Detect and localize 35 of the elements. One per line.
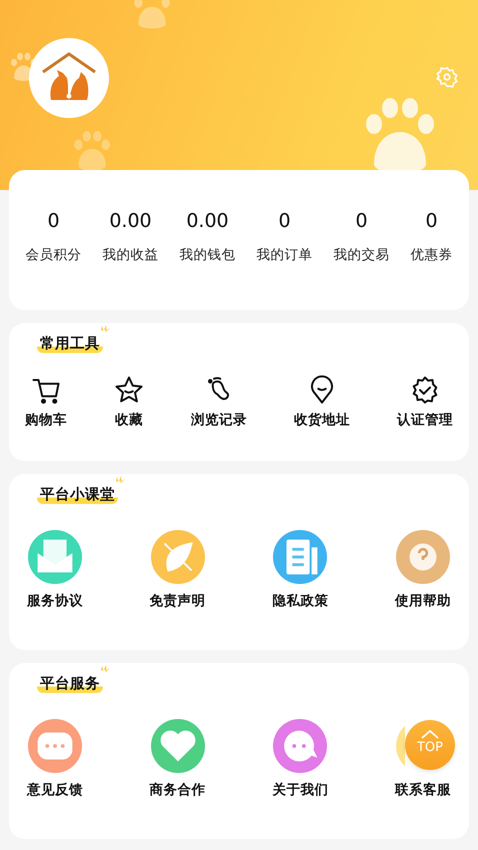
chat-icon[interactable] (273, 719, 328, 773)
item-label[interactable]: 购物车 (25, 411, 67, 429)
stat-value[interactable]: 0 (425, 210, 438, 232)
stat-value[interactable]: 0 (47, 210, 60, 232)
star-icon[interactable] (114, 375, 144, 405)
stat-value[interactable]: 0.00 (109, 210, 152, 232)
stat-value[interactable]: 0 (278, 210, 291, 232)
item-label[interactable]: 收货地址 (294, 411, 350, 429)
item-label[interactable]: 免责声明 (150, 592, 206, 610)
stat-value[interactable]: 0 (355, 210, 368, 232)
item-label[interactable]: 意见反馈 (27, 781, 83, 799)
item-label[interactable]: 联系客服 (394, 781, 451, 799)
stat-label[interactable]: 我的订单 (256, 246, 312, 264)
stat-label[interactable]: 我的交易 (334, 246, 390, 264)
caret-icon (421, 730, 439, 739)
question-icon[interactable] (396, 530, 450, 584)
stat-label[interactable]: 我的钱包 (180, 246, 236, 264)
stat-label[interactable]: 会员积分 (26, 246, 82, 264)
stat-value[interactable]: 0.00 (186, 210, 229, 232)
settings-icon[interactable] (436, 66, 458, 88)
leaf-icon[interactable] (150, 530, 205, 584)
envelope-icon[interactable] (28, 530, 82, 584)
item-label[interactable]: 隐私政策 (272, 592, 328, 610)
item-label[interactable]: 商务合作 (150, 781, 206, 799)
item-label[interactable]: 服务协议 (27, 592, 83, 610)
item-label[interactable]: 浏览记录 (191, 411, 247, 429)
item-label[interactable]: 收藏 (115, 411, 143, 429)
badge-check-icon[interactable] (410, 375, 440, 405)
item-label[interactable]: 认证管理 (397, 411, 453, 429)
document-icon[interactable] (273, 530, 328, 584)
stat-label[interactable]: 优惠券 (410, 246, 452, 264)
item-label[interactable]: 使用帮助 (394, 592, 451, 610)
item-label[interactable]: 关于我们 (272, 781, 328, 799)
chat-icon[interactable] (28, 719, 82, 773)
stat-label[interactable]: 我的收益 (102, 246, 158, 264)
